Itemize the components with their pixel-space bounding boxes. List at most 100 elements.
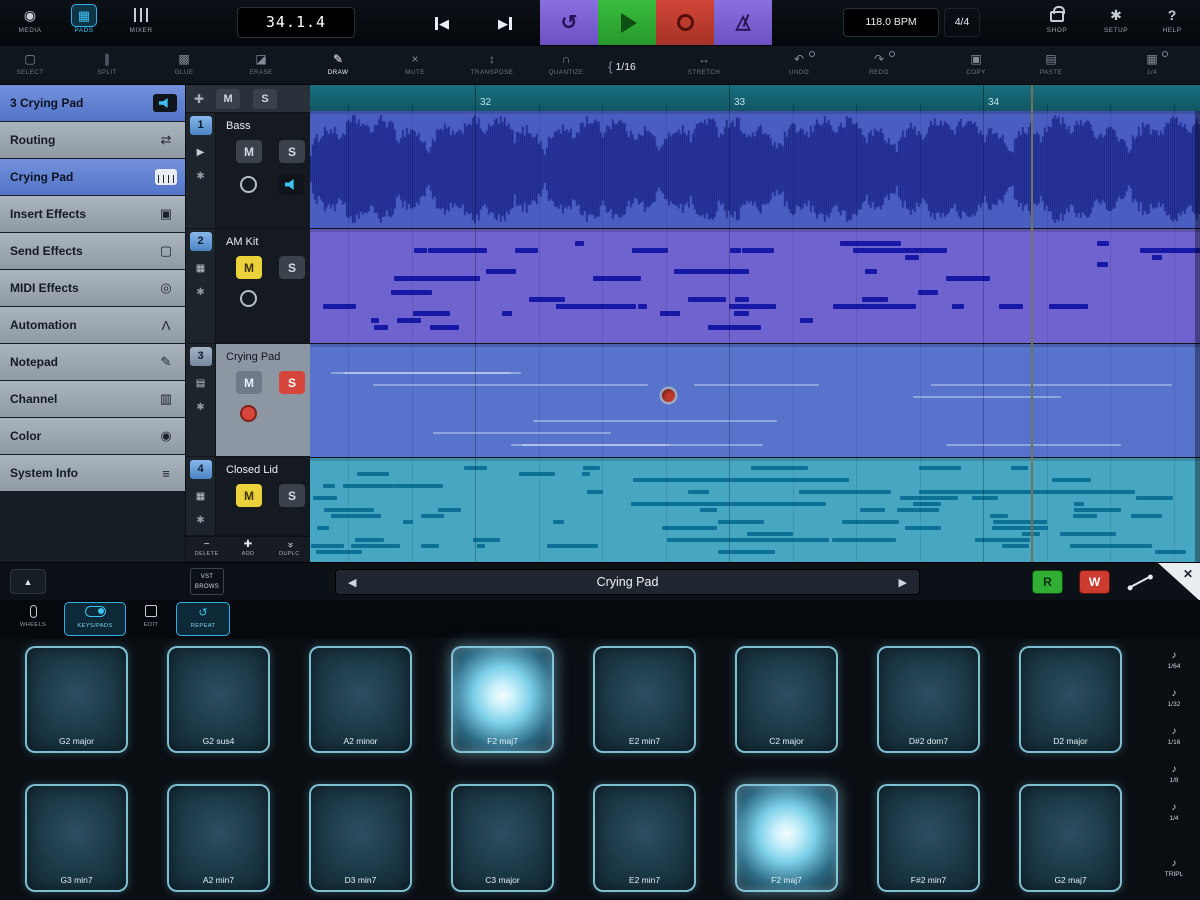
setup-button[interactable]: ✱ SETUP — [1092, 4, 1140, 34]
repeat-rate-1-32[interactable]: ♪1/32 — [1152, 688, 1196, 708]
event-track-am-kit[interactable] — [310, 229, 1200, 343]
record-button[interactable] — [656, 0, 714, 45]
tool-draw[interactable]: ✎DRAW — [305, 51, 371, 76]
patch-selector[interactable]: ◀ Crying Pad ▶ — [335, 569, 920, 595]
tool-1-4[interactable]: ▦1/4 — [1119, 51, 1185, 76]
mute-button[interactable]: M — [236, 484, 262, 507]
solo-button[interactable]: S — [279, 140, 305, 163]
cycle-button[interactable]: ↺ — [540, 0, 598, 45]
play-button[interactable] — [598, 0, 656, 45]
chord-pad-d2-major[interactable]: D2 major — [1019, 646, 1122, 753]
inspector-item-color[interactable]: Color◉ — [0, 418, 185, 454]
tool-redo[interactable]: ↷REDO — [846, 51, 912, 76]
duplc-track-button[interactable]: »DUPLC — [269, 537, 310, 562]
timeline-ruler[interactable]: 323334 — [310, 85, 1200, 111]
arrange-area[interactable]: 323334 — [310, 85, 1200, 562]
scrollbar[interactable] — [1195, 111, 1200, 562]
event-track-closed-lid[interactable] — [310, 458, 1200, 562]
record-arm-button[interactable] — [240, 290, 257, 307]
wheels-button[interactable]: WHEELS — [8, 602, 58, 636]
add-track-button[interactable]: ✚ADD — [227, 537, 268, 562]
pads-button[interactable]: ▦ PADS — [60, 4, 108, 34]
help-button[interactable]: ? HELP — [1148, 4, 1196, 34]
metronome-button[interactable]: △ — [714, 0, 772, 45]
monitor-button[interactable] — [278, 174, 304, 195]
record-arm-button[interactable] — [240, 405, 257, 422]
edit-button[interactable]: EDIT — [132, 602, 170, 636]
skip-back-button[interactable]: ◀ — [424, 8, 460, 38]
bpm-display[interactable]: 118.0 BPM — [843, 8, 939, 37]
inspector-item-automation[interactable]: AutomationΛ — [0, 307, 185, 343]
tool-glue[interactable]: ▩GLUE — [151, 51, 217, 76]
chord-pad-d-2-dom7[interactable]: D#2 dom7 — [877, 646, 980, 753]
inspector-item-notepad[interactable]: Notepad✎ — [0, 344, 185, 380]
chord-pad-f2-maj7[interactable]: F2 maj7 — [735, 784, 838, 892]
time-signature-display[interactable]: 4/4 — [944, 8, 980, 37]
automation-write-button[interactable]: W — [1079, 570, 1110, 594]
event-track-bass[interactable] — [310, 111, 1200, 228]
mute-button[interactable]: M — [236, 256, 262, 279]
tool-transpose[interactable]: ↕TRANSPOSE — [459, 51, 525, 76]
repeat-rate-1-4[interactable]: ♪1/4 — [1152, 802, 1196, 822]
inspector-item-send-effects[interactable]: Send Effects▢ — [0, 233, 185, 269]
chord-pad-g2-sus4[interactable]: G2 sus4 — [167, 646, 270, 753]
inspector-item-crying-pad[interactable]: Crying Pad — [0, 159, 185, 195]
shop-button[interactable]: SHOP — [1032, 4, 1082, 34]
chord-pad-f2-maj7[interactable]: F2 maj7 — [451, 646, 554, 753]
global-solo-button[interactable]: S — [253, 89, 277, 109]
tool-select[interactable]: ▢SELECT — [0, 51, 63, 76]
playhead[interactable] — [1031, 85, 1033, 562]
inspector-item-midi-effects[interactable]: MIDI Effects◎ — [0, 270, 185, 306]
keys-pads-button[interactable]: KEYS/PADS — [64, 602, 126, 636]
track-header-closed-lid[interactable]: 4▦✱Closed LidMS — [186, 457, 310, 536]
tool-mute[interactable]: ×MUTE — [382, 51, 448, 76]
skip-forward-button[interactable]: ▶ — [487, 8, 523, 38]
chord-pad-f-2-min7[interactable]: F#2 min7 — [877, 784, 980, 892]
solo-button[interactable]: S — [279, 256, 305, 279]
inspector-item-system-info[interactable]: System Info≡ — [0, 455, 185, 491]
chord-pad-c2-major[interactable]: C2 major — [735, 646, 838, 753]
chord-pad-a2-min7[interactable]: A2 min7 — [167, 784, 270, 892]
solo-button[interactable]: S — [279, 484, 305, 507]
tool-1-16[interactable]: {1/16 — [589, 58, 655, 75]
track-header-bass[interactable]: 1▶✱BassMS — [186, 113, 310, 229]
inspector-item-routing[interactable]: Routing⇄ — [0, 122, 185, 158]
chord-pad-g2-maj7[interactable]: G2 maj7 — [1019, 784, 1122, 892]
track-header-crying-pad[interactable]: 3▤✱Crying PadMS — [186, 344, 310, 457]
mute-button[interactable]: M — [236, 140, 262, 163]
tool-copy[interactable]: ▣COPY — [943, 51, 1009, 76]
inspector-item-insert-effects[interactable]: Insert Effects▣ — [0, 196, 185, 232]
repeat-rate-tripl[interactable]: ♪TRIPL — [1152, 858, 1196, 878]
tool-paste[interactable]: ▤PASTE — [1018, 51, 1084, 76]
inspector-item-channel[interactable]: Channel▥ — [0, 381, 185, 417]
vst-browser-button[interactable]: VST BROWS — [190, 568, 224, 595]
chord-pad-c3-major[interactable]: C3 major — [451, 784, 554, 892]
mute-button[interactable]: M — [236, 371, 262, 394]
global-mute-button[interactable]: M — [216, 89, 240, 109]
delete-track-button[interactable]: −DELETE — [186, 537, 227, 562]
chord-pad-g2-major[interactable]: G2 major — [25, 646, 128, 753]
solo-button[interactable]: S — [279, 371, 305, 394]
event-track-crying-pad[interactable] — [310, 344, 1200, 457]
automation-curve-icon[interactable] — [1124, 573, 1156, 591]
automation-read-button[interactable]: R — [1032, 570, 1063, 594]
close-pads-corner[interactable] — [1158, 563, 1200, 601]
tool-stretch[interactable]: ↔STRETCH — [671, 51, 737, 76]
time-display[interactable]: 34.1.4 — [237, 7, 355, 38]
media-button[interactable]: ◉ MEDIA — [6, 4, 54, 34]
chord-pad-e2-min7[interactable]: E2 min7 — [593, 646, 696, 753]
track-header-am-kit[interactable]: 2▦✱AM KitMS — [186, 229, 310, 344]
chord-pad-e2-min7[interactable]: E2 min7 — [593, 784, 696, 892]
mixer-button[interactable]: MIXER — [116, 4, 166, 34]
repeat-rate-1-8[interactable]: ♪1/8 — [1152, 764, 1196, 784]
chord-pad-g3-min7[interactable]: G3 min7 — [25, 784, 128, 892]
close-icon[interactable]: ✕ — [1183, 567, 1193, 581]
tool-split[interactable]: ∥SPLIT — [74, 51, 140, 76]
record-arm-button[interactable] — [240, 176, 257, 193]
tool-erase[interactable]: ◪ERASE — [228, 51, 294, 76]
chord-pad-a2-minor[interactable]: A2 minor — [309, 646, 412, 753]
tool-undo[interactable]: ↶UNDO — [766, 51, 832, 76]
chord-pad-d3-min7[interactable]: D3 min7 — [309, 784, 412, 892]
inspector-item-3-crying-pad[interactable]: 3 Crying Pad — [0, 85, 185, 121]
collapse-panel-button[interactable]: ▲ — [10, 569, 46, 594]
